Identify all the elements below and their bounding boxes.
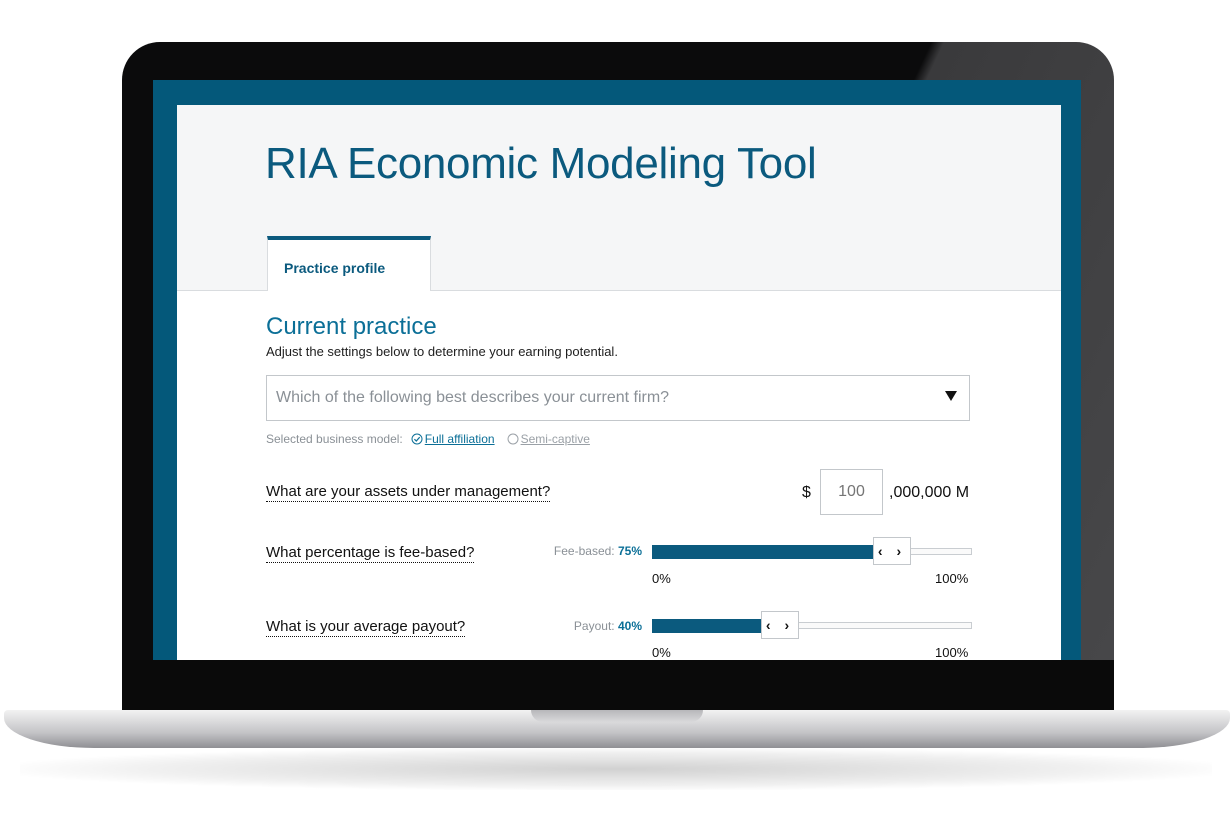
payout-readout: Payout: 40%: [482, 619, 642, 633]
aum-question[interactable]: What are your assets under management?: [266, 483, 551, 502]
firm-type-placeholder: Which of the following best describes yo…: [276, 389, 670, 406]
laptop-shadow: [20, 748, 1212, 790]
aum-suffix: ,000,000 M: [889, 484, 970, 501]
check-circle-icon: [411, 433, 423, 445]
option-full-affiliation[interactable]: Full affiliation: [411, 432, 495, 446]
payout-label: Payout:: [573, 619, 615, 633]
fee-based-question[interactable]: What percentage is fee-based?: [266, 544, 475, 563]
payout-max-label: 100%: [935, 645, 969, 660]
screen-frame: RIA Economic Modeling Tool Practice prof…: [153, 80, 1081, 660]
app-header: RIA Economic Modeling Tool Practice prof…: [177, 105, 1061, 291]
fee-based-fill: [652, 545, 873, 559]
caret-down-icon: [945, 391, 957, 401]
laptop-bezel: [122, 660, 1114, 714]
option-semi-captive[interactable]: Semi-captive: [507, 432, 590, 446]
section-title: Current practice: [266, 313, 437, 340]
tab-label: Practice profile: [284, 260, 386, 276]
payout-min-label: 0%: [652, 645, 671, 660]
app-screen: RIA Economic Modeling Tool Practice prof…: [177, 105, 1061, 660]
fee-based-max-label: 100%: [935, 571, 969, 586]
business-model-row: Selected business model: Full affiliatio…: [266, 432, 590, 446]
business-model-label: Selected business model:: [266, 432, 403, 446]
fee-based-value: 75%: [617, 544, 642, 558]
firm-type-select[interactable]: Which of the following best describes yo…: [266, 375, 970, 421]
empty-circle-icon: [507, 433, 519, 445]
fee-based-handle[interactable]: ‹ ›: [873, 537, 911, 565]
laptop-notch: [531, 710, 703, 722]
aum-input[interactable]: [820, 469, 883, 515]
fee-based-min-label: 0%: [652, 571, 671, 586]
section-subtitle: Adjust the settings below to determine y…: [266, 344, 618, 359]
payout-question[interactable]: What is your average payout?: [266, 618, 466, 637]
page-title: RIA Economic Modeling Tool: [265, 139, 817, 188]
payout-fill: [652, 619, 761, 633]
currency-symbol: $: [802, 484, 811, 501]
tab-practice-profile[interactable]: Practice profile: [267, 236, 431, 291]
option-semi-captive-label: Semi-captive: [520, 432, 590, 446]
fee-based-readout: Fee-based: 75%: [512, 544, 642, 558]
option-full-affiliation-label: Full affiliation: [424, 432, 495, 446]
payout-handle[interactable]: ‹ ›: [761, 611, 799, 639]
payout-value: 40%: [617, 619, 642, 633]
fee-based-label: Fee-based:: [553, 544, 615, 558]
